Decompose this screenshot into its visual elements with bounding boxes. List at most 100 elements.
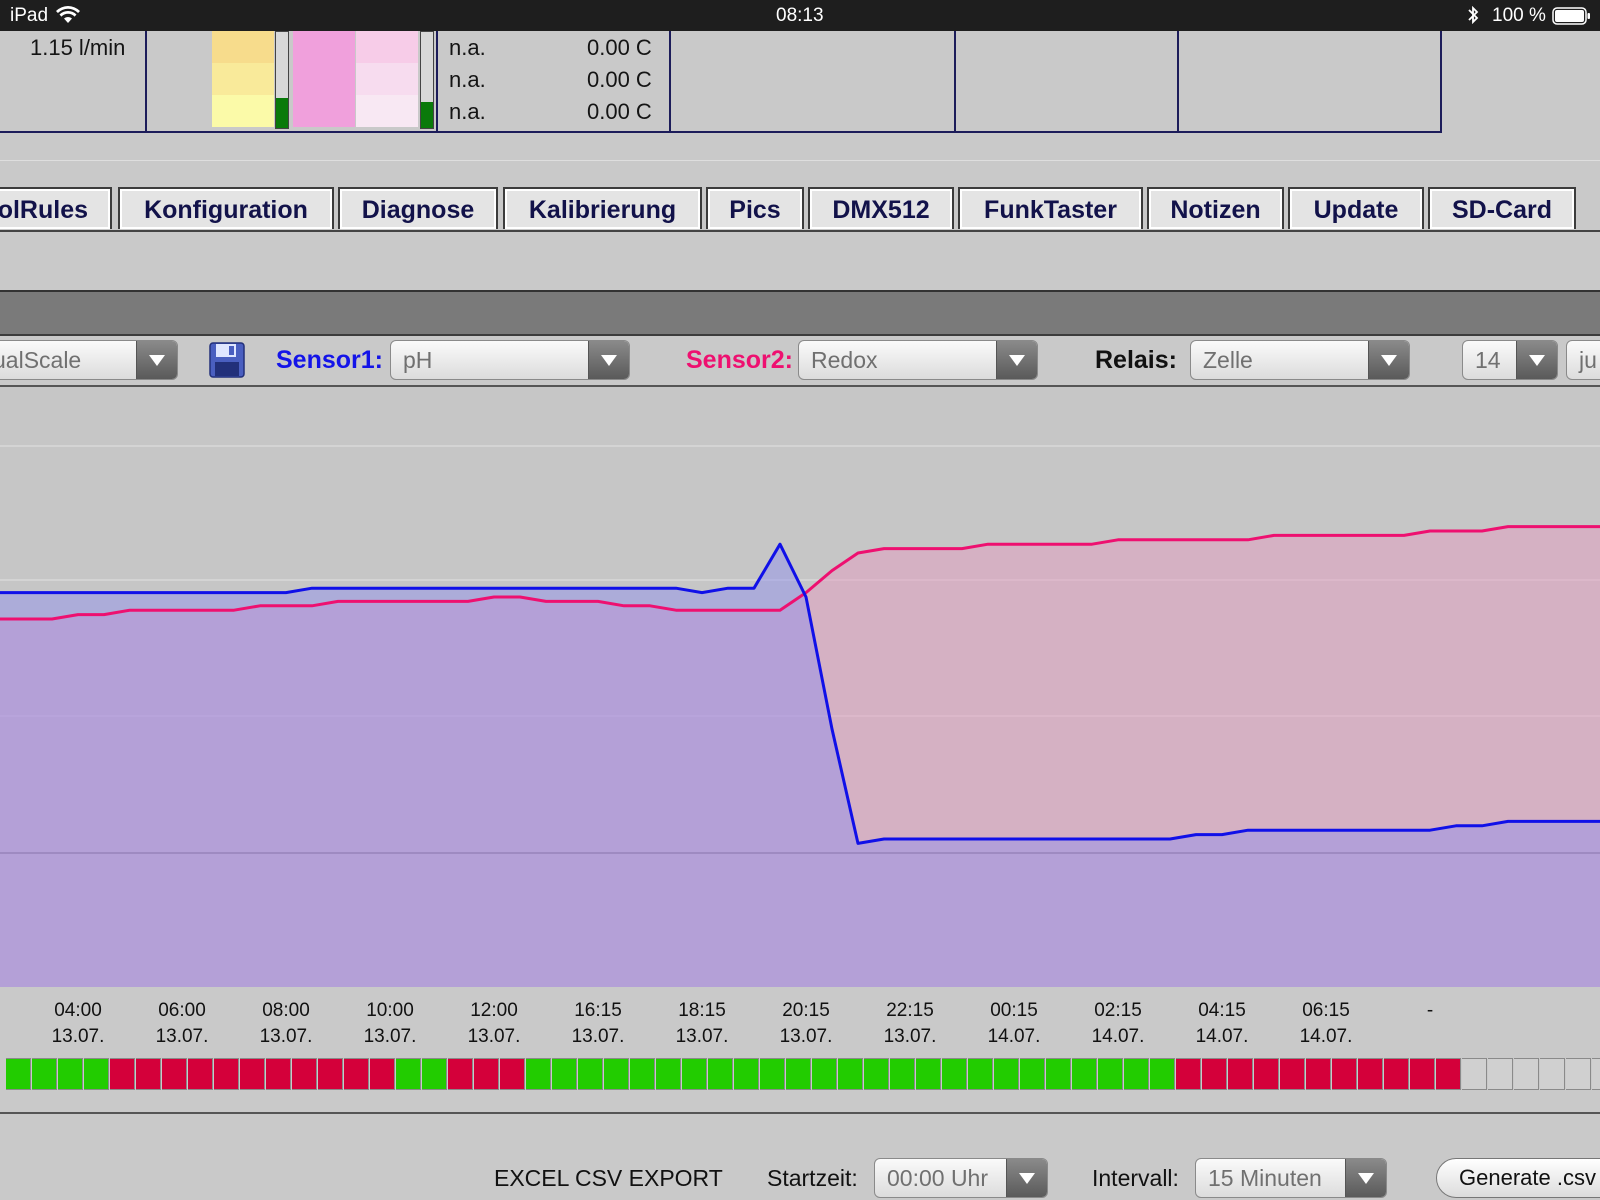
x-tick-label: 08:00 13.07.: [241, 998, 331, 1050]
x-tick-date: 14.07.: [1195, 1026, 1249, 1047]
sensor1-select[interactable]: pH: [390, 340, 630, 380]
generate-csv-button[interactable]: Generate .csv: [1436, 1158, 1600, 1198]
tab-kalibrierung[interactable]: Kalibrierung: [503, 187, 702, 229]
tab-dmx512[interactable]: DMX512: [808, 187, 954, 229]
bluetooth-icon: [1467, 5, 1479, 30]
relay-cell-on: [422, 1058, 447, 1090]
x-tick-time: 20:15: [782, 1000, 830, 1021]
battery-icon: [1552, 7, 1592, 31]
temp-label-1: n.a.: [449, 35, 486, 60]
temp-value-2: 0.00 C: [587, 67, 652, 92]
x-tick-time: 16:15: [574, 1000, 622, 1021]
x-tick-date: 14.07.: [987, 1026, 1041, 1047]
sensor1-select-value: pH: [403, 347, 433, 373]
x-tick-date: 14.07.: [1299, 1026, 1353, 1047]
tab-bar: olRules Konfiguration Diagnose Kalibrier…: [0, 160, 1600, 233]
start-time-value: 00:00 Uhr: [887, 1165, 989, 1191]
chevron-down-icon: [1368, 341, 1409, 379]
x-tick-time: 08:00: [262, 1000, 310, 1021]
x-tick-date: 13.07.: [675, 1026, 729, 1047]
relay-cell-off: [1306, 1058, 1331, 1090]
relay-cell-off: [1228, 1058, 1253, 1090]
x-tick-time: 18:15: [678, 1000, 726, 1021]
x-tick-date: 13.07.: [259, 1026, 313, 1047]
relay-status-strip: [0, 1058, 1600, 1090]
relay-cell-on: [1098, 1058, 1123, 1090]
relay-cell-off: [1410, 1058, 1435, 1090]
interval-select[interactable]: 15 Minuten: [1195, 1158, 1387, 1198]
relay-cell-none: [1514, 1058, 1539, 1090]
relay-cell-off: [1358, 1058, 1383, 1090]
tab-konfiguration[interactable]: Konfiguration: [118, 187, 334, 229]
x-tick-time: 06:00: [158, 1000, 206, 1021]
x-tick-time: 00:15: [990, 1000, 1038, 1021]
relay-cell-on: [656, 1058, 681, 1090]
interval-value: 15 Minuten: [1208, 1165, 1322, 1191]
tab-funktaster[interactable]: FunkTaster: [958, 187, 1143, 229]
interval-label: Intervall:: [1092, 1165, 1179, 1191]
relay-cell-off: [448, 1058, 473, 1090]
x-tick-label: 04:00 13.07.: [33, 998, 123, 1050]
relay-cell-off: [240, 1058, 265, 1090]
month-select[interactable]: ju: [1566, 340, 1600, 380]
level-bar-2: [420, 31, 434, 129]
export-title: EXCEL CSV EXPORT: [494, 1165, 723, 1191]
relay-cell-on: [734, 1058, 759, 1090]
device-name: iPad: [10, 5, 49, 26]
relay-cell-on: [890, 1058, 915, 1090]
x-tick-time: 22:15: [886, 1000, 934, 1021]
x-tick-label: -: [1385, 998, 1475, 1024]
tab-sd-card[interactable]: SD-Card: [1428, 187, 1576, 229]
relay-cell-on: [526, 1058, 551, 1090]
x-tick-time: 02:15: [1094, 1000, 1142, 1021]
relais-select[interactable]: Zelle: [1190, 340, 1410, 380]
relay-cell-none: [1488, 1058, 1513, 1090]
temp-label-2: n.a.: [449, 67, 486, 92]
relay-cell-off: [370, 1058, 395, 1090]
scale-select[interactable]: ualScale: [0, 340, 178, 380]
tab-toolrules[interactable]: olRules: [0, 187, 112, 229]
x-tick-label: 22:15 13.07.: [865, 998, 955, 1050]
relay-cell-off: [110, 1058, 135, 1090]
level-gauge-yellow: [212, 31, 274, 127]
relay-cell-off: [1254, 1058, 1279, 1090]
x-tick-date: 13.07.: [155, 1026, 209, 1047]
save-icon[interactable]: [209, 342, 245, 383]
chevron-down-icon: [588, 341, 629, 379]
x-tick-label: 00:15 14.07.: [969, 998, 1059, 1050]
relay-cell-on: [942, 1058, 967, 1090]
sensor-line-chart: [0, 387, 1600, 987]
relay-cell-none: [1462, 1058, 1487, 1090]
tab-notizen[interactable]: Notizen: [1147, 187, 1284, 229]
relay-cell-none: [1592, 1058, 1600, 1090]
x-tick-label: 12:00 13.07.: [449, 998, 539, 1050]
chevron-down-icon: [136, 341, 177, 379]
relay-cell-on: [1020, 1058, 1045, 1090]
tab-diagnose[interactable]: Diagnose: [338, 187, 498, 229]
relais-label: Relais:: [1095, 346, 1177, 374]
x-tick-label: 20:15 13.07.: [761, 998, 851, 1050]
status-bar: iPad 08:13 100 %: [0, 0, 1600, 31]
scale-select-value: ualScale: [0, 347, 82, 373]
x-tick-time: 10:00: [366, 1000, 414, 1021]
relay-cell-on: [994, 1058, 1019, 1090]
relay-cell-off: [1176, 1058, 1201, 1090]
x-tick-time: 04:15: [1198, 1000, 1246, 1021]
clock: 08:13: [776, 5, 824, 26]
chevron-down-icon: [996, 341, 1037, 379]
sensor2-label: Sensor2:: [686, 346, 793, 374]
level-gauge-pink: [293, 31, 355, 127]
relay-cell-off: [344, 1058, 369, 1090]
x-tick-label: 16:15 13.07.: [553, 998, 643, 1050]
day-select[interactable]: 14: [1462, 340, 1558, 380]
relay-cell-on: [578, 1058, 603, 1090]
relay-cell-off: [266, 1058, 291, 1090]
x-tick-time: 06:15: [1302, 1000, 1350, 1021]
tab-update[interactable]: Update: [1288, 187, 1424, 229]
relay-cell-none: [1540, 1058, 1565, 1090]
start-time-select[interactable]: 00:00 Uhr: [874, 1158, 1048, 1198]
relay-cell-on: [32, 1058, 57, 1090]
temp-value-1: 0.00 C: [587, 35, 652, 60]
sensor2-select[interactable]: Redox: [798, 340, 1038, 380]
tab-pics[interactable]: Pics: [706, 187, 804, 229]
